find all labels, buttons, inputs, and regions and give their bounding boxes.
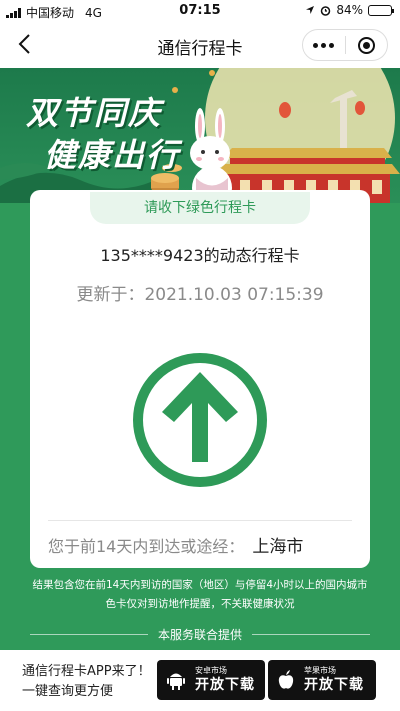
apple-download-button[interactable]: 苹果市场 开放下载 xyxy=(268,660,376,700)
apple-icon xyxy=(278,670,294,689)
android-download-label: 开放下载 xyxy=(195,677,255,693)
android-icon xyxy=(167,673,185,690)
route-info: 您于前14天内到达或途经： 上海市 xyxy=(48,532,303,557)
apple-store-label: 苹果市场 xyxy=(304,666,336,675)
banner-title-line1: 双节同庆 xyxy=(26,94,163,132)
battery-icon xyxy=(368,4,394,16)
battery-percent: 84% xyxy=(336,3,363,17)
status-bar: 中国移动 4G 07:15 84% xyxy=(0,0,400,22)
promo-line1: 通信行程卡APP来了！ xyxy=(22,664,151,679)
app-download-bar: 通信行程卡APP来了！ 一键查询更方便 安卓市场 开放下载 苹果市场 开放下载 xyxy=(0,650,400,711)
travel-card: 请收下绿色行程卡 135****9423的动态行程卡 更新于：2021.10.0… xyxy=(30,190,370,568)
disclaimer-note: 结果包含您在前14天内到访的国家（地区）与停留4小时以上的国内城市 色卡仅对到访… xyxy=(16,576,384,614)
android-store-label: 安卓市场 xyxy=(195,666,227,675)
promo-line2: 一键查询更方便 xyxy=(22,684,114,699)
banner-title-line2: 健康出行 xyxy=(44,136,181,174)
alarm-icon xyxy=(321,5,331,16)
mini-program-capsule xyxy=(302,29,388,61)
update-label: 更新于： xyxy=(76,285,145,305)
apple-download-label: 开放下载 xyxy=(304,677,364,693)
provider-divider-right xyxy=(252,634,371,635)
provider-label: 本服务联合提供 xyxy=(158,628,243,642)
disclaimer-line1: 结果包含您在前14天内到访的国家（地区）与停留4小时以上的国内城市 xyxy=(32,579,368,591)
status-right: 84% xyxy=(305,3,394,17)
nav-bar: 通信行程卡 xyxy=(0,22,400,68)
app-promo: 通信行程卡APP来了！ 一键查询更方便 xyxy=(22,662,151,702)
more-icon[interactable] xyxy=(303,42,345,48)
location-icon xyxy=(306,6,315,14)
disclaimer-line2: 色卡仅对到访地作提醒，不关联健康状况 xyxy=(105,598,295,610)
card-divider xyxy=(48,520,352,521)
phone-number-title: 135****9423的动态行程卡 xyxy=(100,246,300,265)
provider-section: 本服务联合提供 xyxy=(30,626,371,643)
update-time: 更新于：2021.10.03 07:15:39 xyxy=(30,280,370,305)
update-timestamp: 2021.10.03 07:15:39 xyxy=(144,285,324,305)
lantern-icon xyxy=(279,102,291,118)
card-tab-label: 请收下绿色行程卡 xyxy=(90,192,310,224)
green-arrow-icon xyxy=(133,353,267,487)
close-mini-program-button[interactable] xyxy=(346,36,388,54)
route-label: 您于前14天内到达或途经： xyxy=(48,537,245,556)
holiday-banner: 双节同庆 健康出行 xyxy=(0,68,400,203)
target-icon xyxy=(357,36,375,54)
route-city: 上海市 xyxy=(252,537,304,557)
android-download-button[interactable]: 安卓市场 开放下载 xyxy=(157,660,265,700)
provider-divider-left xyxy=(30,634,148,635)
